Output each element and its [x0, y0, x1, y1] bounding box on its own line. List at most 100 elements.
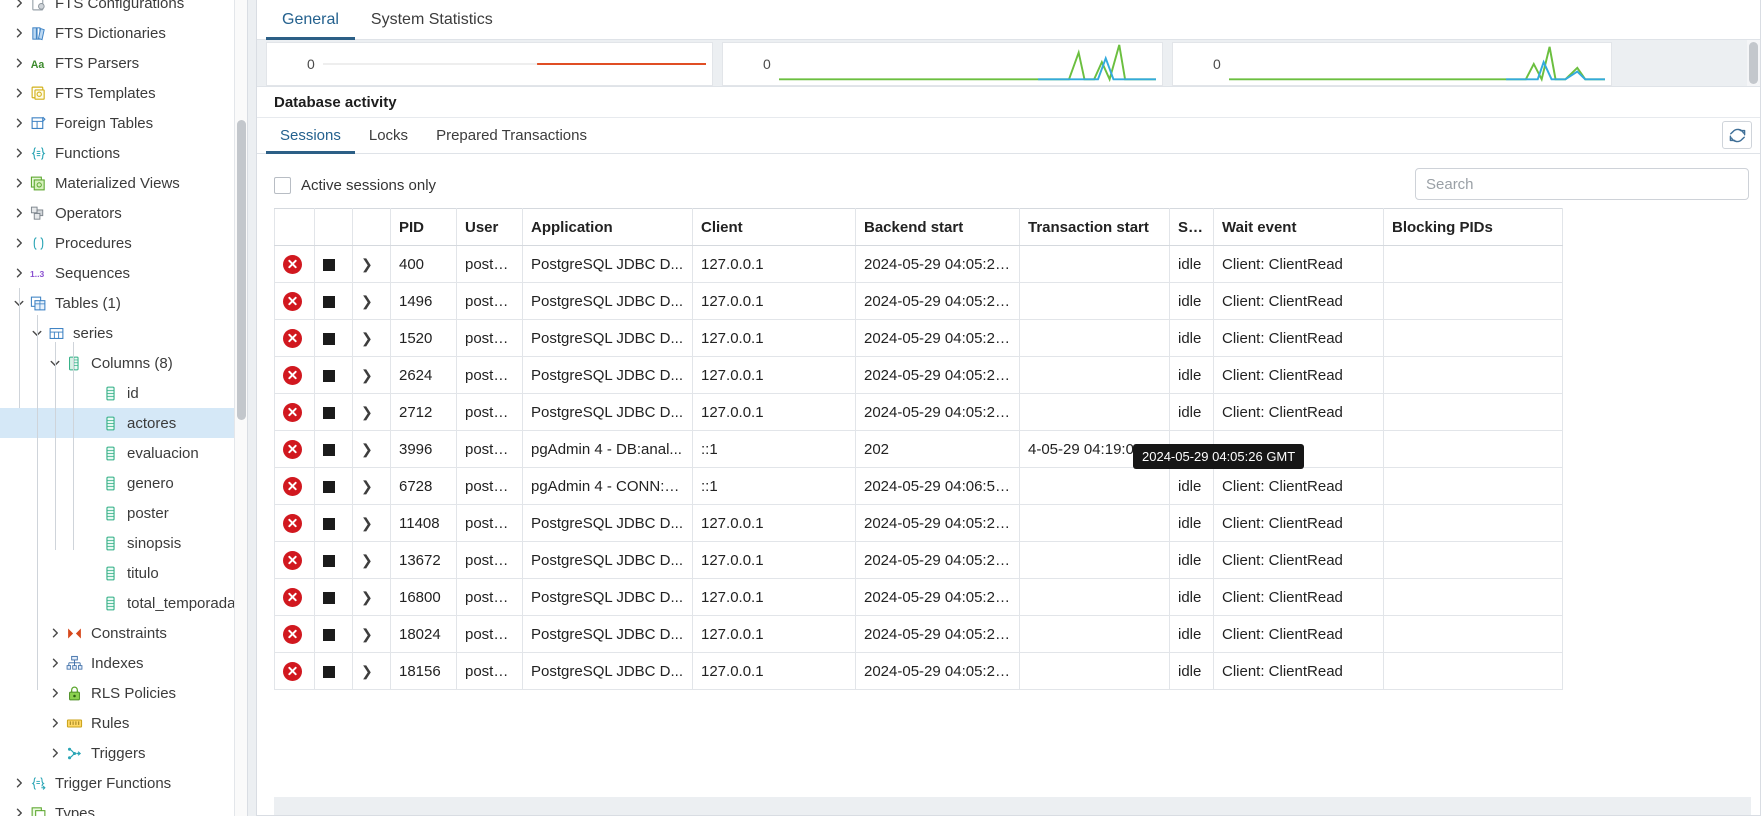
expand-row-button[interactable]: ❯: [352, 245, 391, 283]
table-row[interactable]: ❯ 11408 postgr... PostgreSQL JDBC D... 127.0…: [274, 504, 1563, 542]
col-expand[interactable]: [352, 208, 391, 246]
chevron-right-icon[interactable]: [10, 234, 28, 252]
tab-prepared-transactions[interactable]: Prepared Transactions: [422, 118, 601, 153]
terminate-session-button[interactable]: [274, 504, 315, 542]
table-row[interactable]: ❯ 16800 postgr... PostgreSQL JDBC D... 127.0…: [274, 578, 1563, 616]
tree-item-fts-configurations[interactable]: FTS Configurations: [0, 0, 247, 18]
tree-item-rules[interactable]: Rules: [0, 708, 247, 738]
cancel-query-button[interactable]: [314, 282, 353, 320]
terminate-session-button[interactable]: [274, 467, 315, 505]
table-row[interactable]: ❯ 2712 postgr... PostgreSQL JDBC D... 127.0.…: [274, 393, 1563, 431]
table-row[interactable]: ❯ 6728 postgr... pgAdmin 4 - CONN:2...::1 20…: [274, 467, 1563, 505]
cancel-query-button[interactable]: [314, 578, 353, 616]
tree-item-fts-templates[interactable]: FTS Templates: [0, 78, 247, 108]
table-row[interactable]: ❯ 18024 postgr... PostgreSQL JDBC D... 127.0…: [274, 615, 1563, 653]
sessions-table-container[interactable]: PID User Application Client Backend star…: [274, 208, 1751, 815]
expand-row-button[interactable]: ❯: [352, 541, 391, 579]
terminate-session-button[interactable]: [274, 615, 315, 653]
table-horizontal-scrollbar[interactable]: [274, 801, 1562, 811]
tree-vertical-scrollbar[interactable]: [234, 0, 247, 816]
col-transaction-start[interactable]: Transaction start: [1019, 208, 1170, 246]
cancel-query-button[interactable]: [314, 467, 353, 505]
chevron-right-icon[interactable]: [46, 714, 64, 732]
tree-item-foreign-tables[interactable]: Foreign Tables: [0, 108, 247, 138]
tab-sessions[interactable]: Sessions: [266, 118, 355, 154]
tree-item-fts-dictionaries[interactable]: FTS Dictionaries: [0, 18, 247, 48]
cancel-query-button[interactable]: [314, 504, 353, 542]
expand-row-button[interactable]: ❯: [352, 504, 391, 542]
cancel-query-button[interactable]: [314, 615, 353, 653]
database-activity-tabs[interactable]: Sessions Locks Prepared Transactions: [257, 118, 1760, 154]
col-application[interactable]: Application: [522, 208, 693, 246]
table-row[interactable]: ❯ 18156 postgr... PostgreSQL JDBC D... 127.0…: [274, 652, 1563, 690]
chevron-right-icon[interactable]: [46, 654, 64, 672]
active-sessions-only-toggle[interactable]: Active sessions only: [274, 176, 436, 194]
tab-general[interactable]: General: [266, 1, 355, 40]
expand-row-button[interactable]: ❯: [352, 319, 391, 357]
terminate-session-button[interactable]: [274, 430, 315, 468]
chevron-right-icon[interactable]: [46, 624, 64, 642]
chevron-right-icon[interactable]: [10, 144, 28, 162]
col-blocking-pids[interactable]: Blocking PIDs: [1383, 208, 1563, 246]
chevron-right-icon[interactable]: [10, 174, 28, 192]
col-cancel[interactable]: [314, 208, 353, 246]
cancel-query-button[interactable]: [314, 245, 353, 283]
col-pid[interactable]: PID: [390, 208, 457, 246]
chevron-right-icon[interactable]: [10, 204, 28, 222]
col-state[interactable]: State: [1169, 208, 1214, 246]
graph-vertical-scrollbar[interactable]: [1747, 40, 1760, 86]
terminate-session-button[interactable]: [274, 319, 315, 357]
terminate-session-button[interactable]: [274, 652, 315, 690]
terminate-session-button[interactable]: [274, 578, 315, 616]
table-row[interactable]: ❯ 13672 postgr... PostgreSQL JDBC D... 127.0…: [274, 541, 1563, 579]
cancel-query-button[interactable]: [314, 652, 353, 690]
table-row[interactable]: ❯ 400 postgr... PostgreSQL JDBC D... 127.0.0…: [274, 245, 1563, 283]
tree-item-tables-1[interactable]: Tables (1): [0, 288, 247, 318]
terminate-session-button[interactable]: [274, 393, 315, 431]
table-row[interactable]: ❯ 3996 postgr... pgAdmin 4 - DB:anal...::1 2…: [274, 430, 1563, 468]
refresh-button[interactable]: [1722, 121, 1752, 149]
chevron-right-icon[interactable]: [10, 54, 28, 72]
col-user[interactable]: User: [456, 208, 523, 246]
terminate-session-button[interactable]: [274, 282, 315, 320]
expand-row-button[interactable]: ❯: [352, 356, 391, 394]
dashboard-tabs[interactable]: General System Statistics: [257, 0, 1760, 40]
search-input[interactable]: [1415, 168, 1749, 200]
tree-item-functions[interactable]: Functions: [0, 138, 247, 168]
chevron-right-icon[interactable]: [10, 774, 28, 792]
chevron-right-icon[interactable]: [46, 744, 64, 762]
terminate-session-button[interactable]: [274, 541, 315, 579]
object-explorer-tree[interactable]: FTS Configurations FTS Dictionaries Aa FTS …: [0, 0, 248, 816]
col-backend-start[interactable]: Backend start: [855, 208, 1020, 246]
cancel-query-button[interactable]: [314, 393, 353, 431]
expand-row-button[interactable]: ❯: [352, 282, 391, 320]
col-wait-event[interactable]: Wait event: [1213, 208, 1384, 246]
table-row[interactable]: ❯ 1520 postgr... PostgreSQL JDBC D... 127.0.…: [274, 319, 1563, 357]
tab-system-statistics[interactable]: System Statistics: [355, 1, 509, 39]
tree-item-procedures[interactable]: Procedures: [0, 228, 247, 258]
tree-item-materialized-views[interactable]: Materialized Views: [0, 168, 247, 198]
tree-item-trigger-functions[interactable]: Trigger Functions: [0, 768, 247, 798]
active-sessions-only-checkbox[interactable]: [274, 176, 291, 194]
chevron-right-icon[interactable]: [10, 84, 28, 102]
expand-row-button[interactable]: ❯: [352, 430, 391, 468]
chevron-right-icon[interactable]: [10, 804, 28, 816]
expand-row-button[interactable]: ❯: [352, 615, 391, 653]
tree-item-types[interactable]: Types: [0, 798, 247, 816]
terminate-session-button[interactable]: [274, 356, 315, 394]
cancel-query-button[interactable]: [314, 541, 353, 579]
table-row[interactable]: ❯ 2624 postgr... PostgreSQL JDBC D... 127.0.…: [274, 356, 1563, 394]
col-client[interactable]: Client: [692, 208, 856, 246]
col-terminate[interactable]: [274, 208, 315, 246]
expand-row-button[interactable]: ❯: [352, 393, 391, 431]
tab-locks[interactable]: Locks: [355, 118, 422, 153]
tree-scrollbar-thumb[interactable]: [237, 120, 246, 420]
tree-item-operators[interactable]: Operators: [0, 198, 247, 228]
tree-item-triggers[interactable]: Triggers: [0, 738, 247, 768]
tree-item-sequences[interactable]: 1..3 Sequences: [0, 258, 247, 288]
table-row[interactable]: ❯ 1496 postgr... PostgreSQL JDBC D... 127.0.…: [274, 282, 1563, 320]
chevron-right-icon[interactable]: [10, 114, 28, 132]
cancel-query-button[interactable]: [314, 319, 353, 357]
tree-item-fts-parsers[interactable]: Aa FTS Parsers: [0, 48, 247, 78]
cancel-query-button[interactable]: [314, 356, 353, 394]
